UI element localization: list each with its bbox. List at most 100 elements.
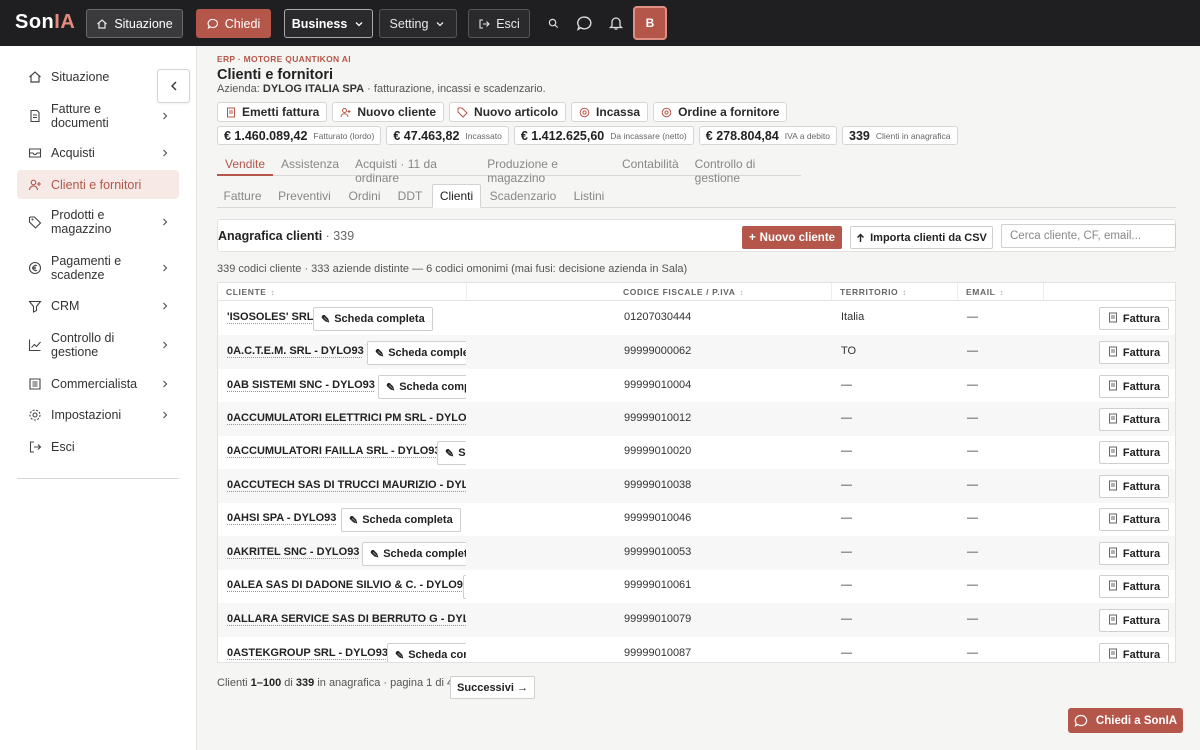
client-cell: 0AHSI SPA - DYLO93 ✎ Scheda completa bbox=[218, 502, 466, 536]
client-name-link[interactable]: 0ACCUMULATORI FAILLA SRL - DYLO93 bbox=[227, 445, 441, 457]
sidebar-item-crm[interactable]: CRM bbox=[17, 296, 179, 316]
tab-assistenza[interactable]: Assistenza bbox=[273, 153, 347, 176]
situazione-label: Situazione bbox=[114, 16, 173, 31]
client-name-link[interactable]: 0AHSI SPA - DYLO93 bbox=[227, 512, 336, 524]
tab-ddt[interactable]: DDT bbox=[392, 184, 428, 208]
chiedi-a-sonia-button[interactable]: Chiedi a SonIA bbox=[1068, 708, 1183, 733]
tab-scadenzario[interactable]: Scadenzario bbox=[485, 184, 561, 208]
fattura-button[interactable]: Fattura bbox=[1099, 441, 1169, 464]
sidebar-item-prodotti[interactable]: Prodotti e magazzino bbox=[17, 207, 179, 237]
situazione-button[interactable]: Situazione bbox=[86, 9, 183, 38]
coin-icon bbox=[661, 107, 672, 118]
quick-actions: Emetti fattura Nuovo cliente Nuovo artic… bbox=[217, 102, 788, 122]
tab-acquisti[interactable]: Acquisti · 11 da ordinare bbox=[347, 153, 479, 185]
pencil-icon: ✎ bbox=[445, 447, 455, 460]
tab-contabilita[interactable]: Contabilità bbox=[614, 153, 687, 176]
chat-bubble-icon[interactable] bbox=[574, 13, 594, 33]
table-row: 0AHSI SPA - DYLO93 ✎ Scheda completa 9999… bbox=[218, 502, 1175, 536]
esci-button[interactable]: Esci bbox=[468, 9, 530, 38]
sidebar-item-acquisti[interactable]: Acquisti bbox=[17, 143, 179, 163]
column-header-codice-fiscale[interactable]: CODICE FISCALE / P.IVA ↕ bbox=[615, 283, 832, 301]
scheda-completa-button[interactable]: ✎Scheda completa bbox=[362, 542, 466, 566]
fattura-button[interactable]: Fattura bbox=[1099, 643, 1169, 662]
tab-listini[interactable]: Listini bbox=[567, 184, 611, 208]
business-menu[interactable]: Business bbox=[284, 9, 373, 38]
setting-label: Setting bbox=[389, 16, 429, 31]
scheda-completa-button[interactable]: ✎Scheda completa bbox=[378, 375, 466, 399]
fattura-button[interactable]: Fattura bbox=[1099, 307, 1169, 330]
sidebar-collapse-button[interactable] bbox=[157, 69, 190, 103]
scheda-completa-button[interactable]: ✎Scheda completa bbox=[437, 441, 466, 465]
sidebar-item-clienti[interactable]: Clienti e fornitori bbox=[17, 170, 179, 199]
fattura-button[interactable]: Fattura bbox=[1099, 575, 1169, 598]
fattura-button[interactable]: Fattura bbox=[1099, 375, 1169, 398]
column-header-cliente[interactable]: CLIENTE ↕ bbox=[218, 283, 467, 301]
nuovo-cliente-button[interactable]: + Nuovo cliente bbox=[742, 226, 842, 249]
avatar[interactable]: B bbox=[633, 6, 667, 40]
invoice-icon bbox=[1108, 513, 1118, 527]
sidebar-item-controllo[interactable]: Controllo di gestione bbox=[17, 330, 179, 360]
client-cell: 0AKRITEL SNC - DYLO93 ✎ Scheda completa bbox=[218, 536, 466, 570]
sidebar-item-situazione[interactable]: Situazione bbox=[17, 67, 179, 87]
logo[interactable]: SonIA bbox=[15, 11, 75, 34]
fattura-button[interactable]: Fattura bbox=[1099, 542, 1169, 565]
tab-fatture[interactable]: Fatture bbox=[217, 184, 268, 208]
sidebar-item-pagamenti[interactable]: Pagamenti e scadenze bbox=[17, 253, 179, 283]
action-label: Emetti fattura bbox=[242, 105, 320, 119]
scheda-completa-button[interactable]: ✎Scheda completa bbox=[387, 643, 466, 662]
column-header-email[interactable]: EMAIL ↕ bbox=[958, 283, 1044, 301]
nuovo-articolo-button[interactable]: Nuovo articolo bbox=[449, 102, 567, 122]
client-name-link[interactable]: 0ALLARA SERVICE SAS DI BERRUTO G - DYLO9… bbox=[227, 613, 466, 625]
client-name-link[interactable]: 0A.C.T.E.M. SRL - DYLO93 bbox=[227, 345, 364, 357]
tab-controllo[interactable]: Controllo di gestione bbox=[687, 153, 801, 185]
scheda-completa-button[interactable]: ✎Scheda completa bbox=[341, 508, 461, 532]
emetti-fattura-button[interactable]: Emetti fattura bbox=[217, 102, 328, 122]
fattura-button[interactable]: Fattura bbox=[1099, 475, 1169, 498]
pager-suffix: in anagrafica · pagina 1 di 4 bbox=[314, 677, 454, 689]
fattura-button[interactable]: Fattura bbox=[1099, 508, 1169, 531]
sidebar-item-fatture[interactable]: Fatture e documenti bbox=[17, 101, 179, 131]
tab-vendite[interactable]: Vendite bbox=[217, 153, 274, 176]
company-name: DYLOG ITALIA SPA bbox=[262, 83, 365, 95]
fattura-button[interactable]: Fattura bbox=[1099, 408, 1169, 431]
import-csv-button[interactable]: Importa clienti da CSV bbox=[850, 226, 993, 249]
client-name-link[interactable]: 0ACCUMULATORI ELETTRICI PM SRL - DYLO93 bbox=[227, 412, 466, 424]
esci-label: Esci bbox=[496, 16, 520, 31]
tab-clienti[interactable]: Clienti bbox=[432, 184, 481, 208]
scheda-completa-button[interactable]: ✎Scheda completa bbox=[367, 341, 466, 365]
bell-icon[interactable] bbox=[606, 13, 626, 33]
setting-menu[interactable]: Setting bbox=[379, 9, 457, 38]
column-header-territorio[interactable]: TERRITORIO ↕ bbox=[832, 283, 958, 301]
action-label: Incassa bbox=[596, 105, 641, 119]
search-icon[interactable] bbox=[543, 13, 563, 33]
sidebar-item-commercialista[interactable]: Commercialista bbox=[17, 374, 179, 394]
tab-preventivi[interactable]: Preventivi bbox=[272, 184, 337, 208]
sidebar-item-esci[interactable]: Esci bbox=[17, 437, 179, 457]
incassa-button[interactable]: Incassa bbox=[571, 102, 649, 122]
client-name-link[interactable]: 0ACCUTECH SAS DI TRUCCI MAURIZIO - DYLO9… bbox=[227, 479, 466, 491]
client-search-input[interactable] bbox=[1001, 224, 1176, 248]
client-cell: 0ALLARA SERVICE SAS DI BERRUTO G - DYLO9… bbox=[218, 603, 466, 637]
tab-ordini[interactable]: Ordini bbox=[342, 184, 387, 208]
kpi-value: € 1.412.625,60 bbox=[520, 128, 605, 143]
client-name-link[interactable]: 0ALEA SAS DI DADONE SILVIO & C. - DYLO93 bbox=[227, 579, 466, 591]
chiedi-button[interactable]: Chiedi bbox=[196, 9, 271, 38]
client-name-link[interactable]: 'ISOSOLES' SRL bbox=[227, 311, 314, 323]
fattura-button[interactable]: Fattura bbox=[1099, 341, 1169, 364]
tab-produzione[interactable]: Produzione e magazzino bbox=[479, 153, 614, 185]
client-cell: 0ACCUMULATORI FAILLA SRL - DYLO93 ✎Sched… bbox=[218, 435, 466, 469]
client-name-link[interactable]: 0ASTEKGROUP SRL - DYLO93 bbox=[227, 647, 388, 659]
chevron-down-icon bbox=[355, 21, 363, 26]
next-page-button[interactable]: Successivi → bbox=[450, 676, 535, 699]
sidebar-item-impostazioni[interactable]: Impostazioni bbox=[17, 405, 179, 425]
business-label: Business bbox=[291, 16, 348, 31]
fattura-button[interactable]: Fattura bbox=[1099, 609, 1169, 632]
client-name-link[interactable]: 0AB SISTEMI SNC - DYLO93 bbox=[227, 379, 375, 391]
scheda-completa-button[interactable]: ✎ bbox=[463, 575, 466, 599]
codice-fiscale: 99999010038 bbox=[624, 479, 692, 491]
ordine-fornitore-button[interactable]: Ordine a fornitore bbox=[653, 102, 788, 122]
kpi-strip: € 1.460.089,42 Fatturato (lordo) € 47.463… bbox=[217, 126, 958, 145]
scheda-completa-button[interactable]: ✎Scheda completa bbox=[313, 307, 433, 331]
nuovo-cliente-action-button[interactable]: Nuovo cliente bbox=[332, 102, 445, 122]
client-name-link[interactable]: 0AKRITEL SNC - DYLO93 bbox=[227, 546, 359, 558]
